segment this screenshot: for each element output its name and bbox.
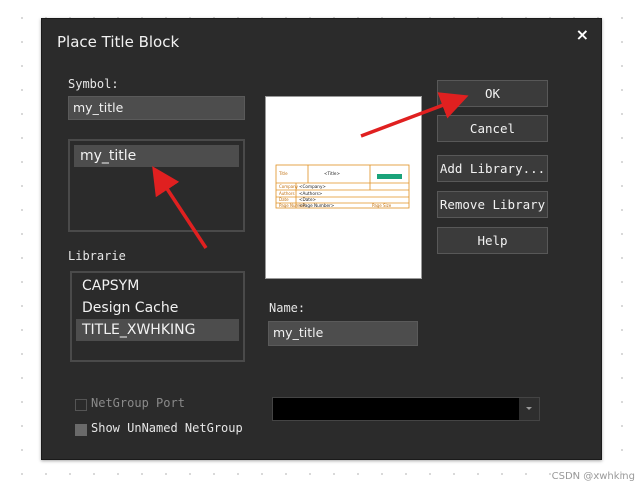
tb-row-label-2: Date xyxy=(279,197,289,202)
symbol-list[interactable]: my_title xyxy=(68,139,245,232)
name-label: Name: xyxy=(269,301,306,315)
libraries-label: Librarie xyxy=(68,249,126,263)
title-block-preview: Title Company Authors Date Page Number P… xyxy=(275,164,410,209)
watermark: CSDN @xwhking xyxy=(551,471,635,482)
dropdown-toggle[interactable] xyxy=(519,398,539,420)
tb-title-label: Title xyxy=(278,171,288,176)
tb-row-value-3: <Page Number> xyxy=(299,203,335,208)
symbol-input[interactable]: my_title xyxy=(68,96,245,120)
ok-button[interactable]: OK xyxy=(437,80,548,107)
netgroup-dropdown[interactable] xyxy=(272,397,540,421)
tb-size-label: Page Size xyxy=(372,203,392,208)
place-title-block-dialog: Place Title Block × Symbol: my_title my_… xyxy=(41,18,602,460)
remove-library-button[interactable]: Remove Library xyxy=(437,191,548,218)
help-button[interactable]: Help xyxy=(437,227,548,254)
library-item-capsym[interactable]: CAPSYM xyxy=(76,275,239,297)
cancel-button[interactable]: Cancel xyxy=(437,115,548,142)
logo-mark xyxy=(377,174,402,179)
show-unnamed-netgroup-checkbox[interactable] xyxy=(75,424,87,436)
name-input[interactable]: my_title xyxy=(268,321,418,346)
library-item-design-cache[interactable]: Design Cache xyxy=(76,297,239,319)
symbol-label: Symbol: xyxy=(68,77,119,91)
close-icon[interactable]: × xyxy=(576,25,589,44)
tb-row-label-0: Company xyxy=(279,184,299,189)
dialog-title: Place Title Block xyxy=(57,33,180,51)
add-library-button[interactable]: Add Library... xyxy=(437,155,548,182)
list-item-my-title[interactable]: my_title xyxy=(74,145,239,167)
chevron-down-icon xyxy=(526,407,532,410)
library-item-title-xwhking[interactable]: TITLE_XWHKING xyxy=(76,319,239,341)
symbol-preview: Title Company Authors Date Page Number P… xyxy=(265,96,422,279)
libraries-list[interactable]: CAPSYM Design Cache TITLE_XWHKING xyxy=(70,271,245,362)
tb-row-value-0: <Company> xyxy=(299,184,326,189)
netgroup-port-label: NetGroup Port xyxy=(91,396,185,410)
tb-row-value-1: <Authors> xyxy=(299,191,323,196)
netgroup-port-checkbox[interactable] xyxy=(75,399,87,411)
tb-title-value: <Title> xyxy=(324,171,340,176)
tb-row-value-2: <Date> xyxy=(299,197,317,202)
show-unnamed-netgroup-label: Show UnNamed NetGroup xyxy=(91,421,243,435)
tb-row-label-1: Authors xyxy=(279,191,295,196)
